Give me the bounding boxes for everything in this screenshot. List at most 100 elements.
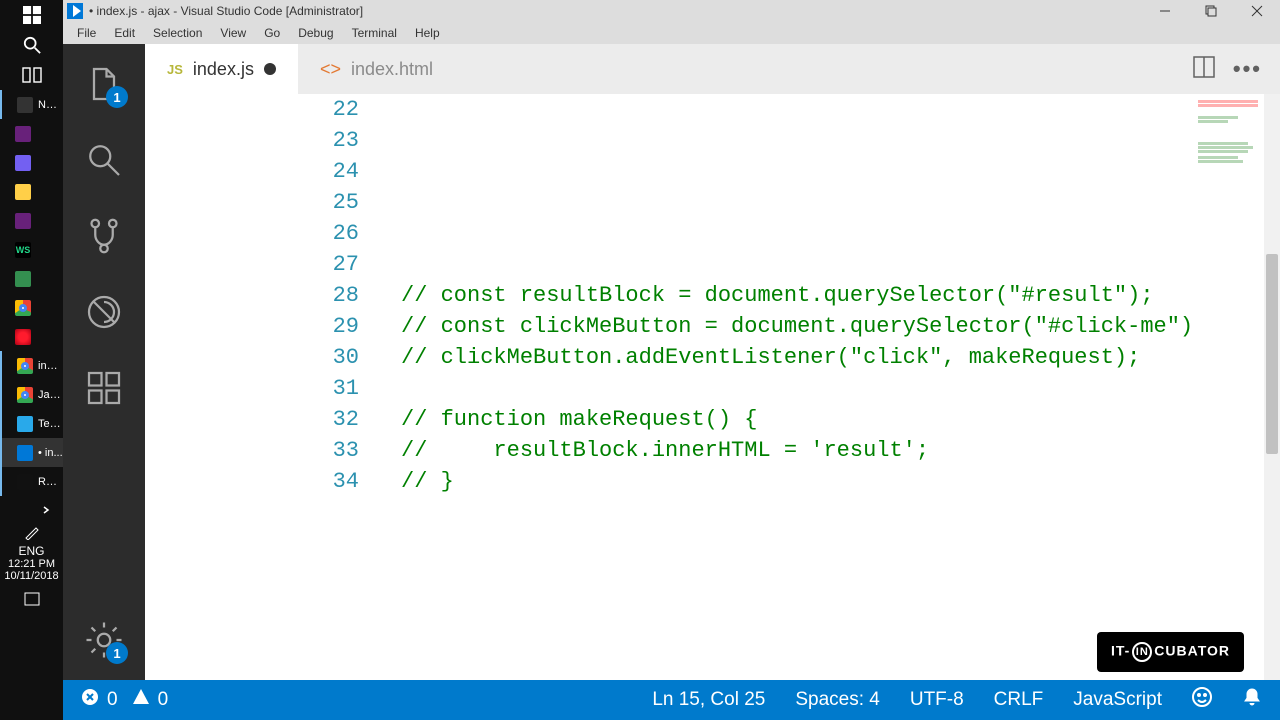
taskbar-item[interactable] bbox=[0, 119, 63, 148]
task-view-icon[interactable] bbox=[0, 60, 63, 90]
taskbar-item[interactable]: inde... bbox=[0, 351, 63, 380]
scrollbar-thumb[interactable] bbox=[1266, 254, 1278, 454]
taskbar-item-active[interactable]: • in... bbox=[0, 438, 63, 467]
taskbar-item[interactable] bbox=[0, 206, 63, 235]
code-content[interactable]: // const resultBlock = document.querySel… bbox=[401, 94, 1192, 497]
code-line[interactable]: // resultBlock.innerHTML = 'result'; bbox=[401, 435, 1192, 466]
warnings-icon[interactable] bbox=[132, 688, 150, 712]
window-minimize-button[interactable] bbox=[1142, 0, 1188, 22]
explorer-icon[interactable]: 1 bbox=[84, 64, 124, 104]
code-line[interactable]: // } bbox=[401, 466, 1192, 497]
code-line[interactable] bbox=[401, 249, 1192, 280]
status-cursor-position[interactable]: Ln 15, Col 25 bbox=[652, 689, 765, 711]
window-maximize-button[interactable] bbox=[1188, 0, 1234, 22]
taskbar-item-label: inde... bbox=[38, 360, 63, 372]
app-icon bbox=[17, 358, 33, 374]
taskbar-item[interactable] bbox=[0, 293, 63, 322]
code-line[interactable] bbox=[401, 94, 1192, 125]
taskbar-item[interactable]: Rec... bbox=[0, 467, 63, 496]
activity-bar: 1 1 bbox=[63, 44, 145, 680]
code-line[interactable]: // const clickMeButton = document.queryS… bbox=[401, 311, 1192, 342]
menu-file[interactable]: File bbox=[69, 24, 104, 42]
app-icon bbox=[15, 329, 31, 345]
vertical-scrollbar[interactable] bbox=[1264, 94, 1280, 680]
app-icon bbox=[15, 126, 31, 142]
taskbar-item[interactable]: Java... bbox=[0, 380, 63, 409]
taskbar-item-label: • in... bbox=[38, 447, 63, 459]
status-indentation[interactable]: Spaces: 4 bbox=[795, 689, 880, 711]
watermark-logo: IT-INCUBATOR bbox=[1097, 632, 1244, 672]
file-type-html-icon: <> bbox=[320, 59, 341, 80]
status-encoding[interactable]: UTF-8 bbox=[910, 689, 964, 711]
warnings-count[interactable]: 0 bbox=[158, 689, 169, 711]
code-line[interactable] bbox=[401, 373, 1192, 404]
tab-index-html[interactable]: <> index.html bbox=[298, 44, 455, 94]
errors-count[interactable]: 0 bbox=[107, 689, 118, 711]
dirty-indicator-icon bbox=[264, 63, 276, 75]
taskbar-item[interactable]: Tele... bbox=[0, 409, 63, 438]
vscode-logo-icon bbox=[67, 3, 83, 19]
tray-pen-icon[interactable] bbox=[0, 520, 63, 544]
window-titlebar[interactable]: • index.js - ajax - Visual Studio Code [… bbox=[63, 0, 1280, 22]
tray-notifications-icon[interactable] bbox=[0, 588, 63, 612]
settings-badge: 1 bbox=[106, 642, 128, 664]
code-line[interactable] bbox=[401, 125, 1192, 156]
split-editor-icon[interactable] bbox=[1193, 56, 1215, 83]
window-close-button[interactable] bbox=[1234, 0, 1280, 22]
explorer-badge: 1 bbox=[106, 86, 128, 108]
extensions-icon[interactable] bbox=[84, 368, 124, 408]
taskbar-item[interactable] bbox=[0, 177, 63, 206]
menu-edit[interactable]: Edit bbox=[106, 24, 143, 42]
tray-time[interactable]: 12:21 PM bbox=[0, 558, 63, 570]
menu-selection[interactable]: Selection bbox=[145, 24, 210, 42]
menu-go[interactable]: Go bbox=[256, 24, 288, 42]
line-number-gutter: 22232425262728293031323334 bbox=[145, 94, 375, 497]
minimap[interactable] bbox=[1192, 94, 1264, 680]
code-line[interactable] bbox=[401, 156, 1192, 187]
code-line[interactable]: // clickMeButton.addEventListener("click… bbox=[401, 342, 1192, 373]
start-button[interactable] bbox=[0, 0, 63, 30]
window-title: • index.js - ajax - Visual Studio Code [… bbox=[89, 4, 363, 18]
line-number: 30 bbox=[145, 342, 359, 373]
file-type-js-icon: JS bbox=[167, 62, 183, 77]
more-actions-icon[interactable]: ••• bbox=[1233, 56, 1262, 82]
app-icon bbox=[15, 155, 31, 171]
status-language[interactable]: JavaScript bbox=[1073, 689, 1162, 711]
code-line[interactable]: // function makeRequest() { bbox=[401, 404, 1192, 435]
taskbar-item[interactable] bbox=[0, 148, 63, 177]
tray-overflow-icon[interactable] bbox=[0, 500, 63, 520]
tab-index-js[interactable]: JS index.js bbox=[145, 44, 298, 94]
line-number: 28 bbox=[145, 280, 359, 311]
debug-icon[interactable] bbox=[84, 292, 124, 332]
menu-bar: File Edit Selection View Go Debug Termin… bbox=[63, 22, 1280, 44]
notifications-bell-icon[interactable] bbox=[1242, 687, 1262, 713]
search-icon[interactable] bbox=[84, 140, 124, 180]
line-number: 25 bbox=[145, 187, 359, 218]
tray-date[interactable]: 10/11/2018 bbox=[0, 570, 63, 582]
app-icon bbox=[17, 474, 33, 490]
menu-debug[interactable]: Debug bbox=[290, 24, 341, 42]
line-number: 33 bbox=[145, 435, 359, 466]
code-line[interactable] bbox=[401, 187, 1192, 218]
menu-help[interactable]: Help bbox=[407, 24, 448, 42]
code-editor[interactable]: 22232425262728293031323334 // const resu… bbox=[145, 94, 1192, 680]
errors-icon[interactable] bbox=[81, 688, 99, 712]
taskbar-item[interactable]: WS bbox=[0, 235, 63, 264]
taskbar-item[interactable] bbox=[0, 322, 63, 351]
taskbar-item[interactable]: Not... bbox=[0, 90, 63, 119]
code-line[interactable]: // const resultBlock = document.querySel… bbox=[401, 280, 1192, 311]
taskbar-search-icon[interactable] bbox=[0, 30, 63, 60]
editor-tabs: JS index.js <> index.html ••• bbox=[145, 44, 1280, 94]
settings-gear-icon[interactable]: 1 bbox=[84, 620, 124, 660]
menu-view[interactable]: View bbox=[212, 24, 254, 42]
app-icon bbox=[17, 387, 33, 403]
status-eol[interactable]: CRLF bbox=[994, 689, 1044, 711]
feedback-smiley-icon[interactable] bbox=[1192, 687, 1212, 713]
tray-language[interactable]: ENG bbox=[0, 544, 63, 558]
line-number: 24 bbox=[145, 156, 359, 187]
app-icon bbox=[17, 416, 33, 432]
taskbar-item[interactable] bbox=[0, 264, 63, 293]
source-control-icon[interactable] bbox=[84, 216, 124, 256]
menu-terminal[interactable]: Terminal bbox=[344, 24, 405, 42]
code-line[interactable] bbox=[401, 218, 1192, 249]
